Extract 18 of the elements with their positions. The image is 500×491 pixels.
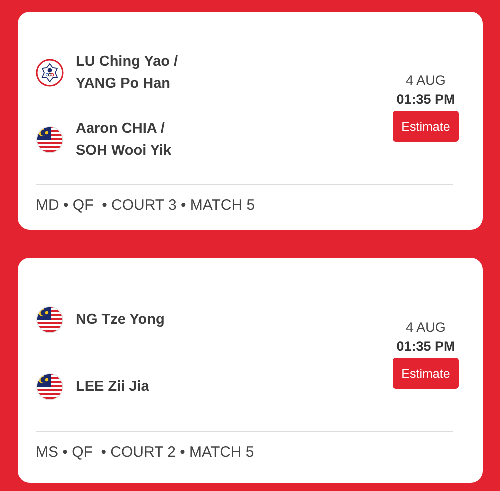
player-name: Aaron CHIA / (76, 120, 166, 139)
flag-icon (36, 306, 64, 334)
estimate-button[interactable]: Estimate (393, 111, 459, 142)
player-name: YANG Po Han (76, 75, 172, 94)
estimate-button[interactable]: Estimate (393, 358, 459, 389)
player-name: LEE Zii Jia (76, 378, 150, 397)
flag-icon (36, 126, 64, 154)
player-name: LU Ching Yao / (76, 53, 178, 72)
player-name: SOH Wooi Yik (76, 142, 172, 161)
match-time: 01:35 PM (396, 91, 456, 109)
match-date: 4 AUG (406, 72, 446, 90)
match-time: 01:35 PM (396, 338, 456, 356)
player-name: NG Tze Yong (76, 311, 165, 330)
flag-icon (36, 373, 64, 401)
match-info: MD • QF • COURT 3 • MATCH 5 (36, 197, 256, 214)
match-date: 4 AUG (406, 319, 446, 337)
match-info: MS • QF • COURT 2 • MATCH 5 (36, 444, 256, 461)
flag-icon (36, 59, 64, 87)
